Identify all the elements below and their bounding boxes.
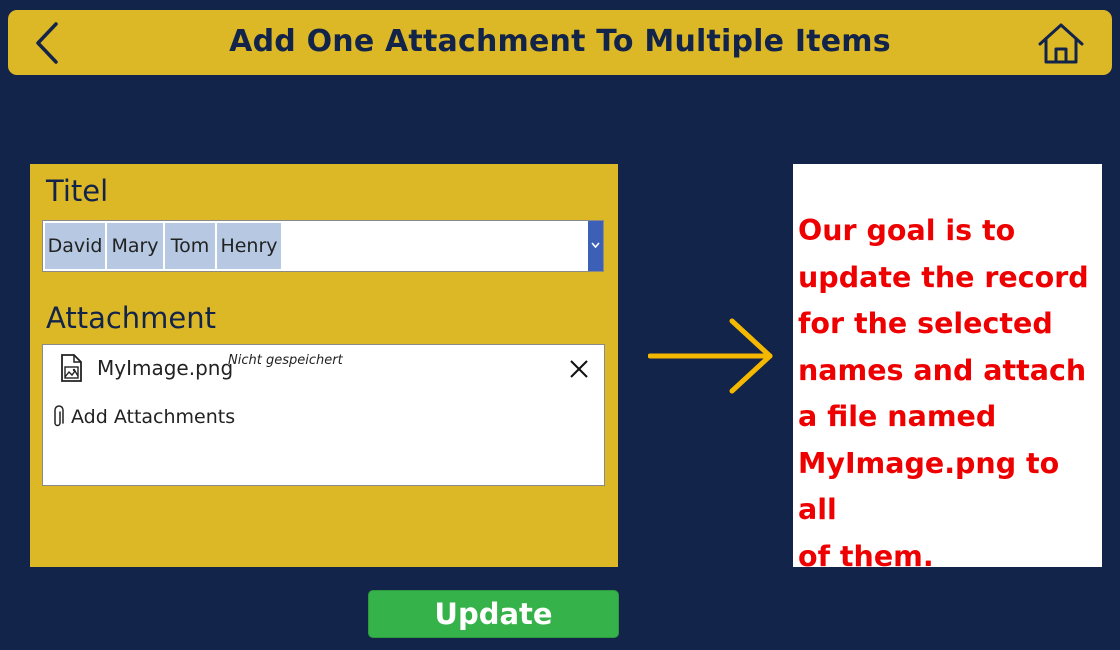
- attachment-status: Nicht gespeichert: [228, 353, 343, 368]
- chevron-down-icon: [591, 242, 600, 249]
- attachments-control: MyImage.png Nicht gespeichert Add Attach…: [42, 344, 605, 486]
- selected-name-chip[interactable]: Mary: [107, 223, 163, 269]
- arrow-right-icon: [648, 318, 773, 394]
- selected-name-chip[interactable]: Henry: [217, 223, 281, 269]
- goal-text-line: a file named: [798, 400, 997, 433]
- image-file-icon: [59, 354, 85, 382]
- selected-name-chip[interactable]: David: [45, 223, 105, 269]
- paperclip-icon: [54, 405, 64, 427]
- title-field-label: Titel: [46, 174, 109, 208]
- attachment-field-label: Attachment: [46, 301, 217, 335]
- names-combobox[interactable]: David Mary Tom Henry: [42, 220, 604, 272]
- update-button[interactable]: Update: [368, 590, 619, 638]
- goal-text-line: MyImage.png to all: [798, 446, 1060, 527]
- close-icon: [570, 360, 588, 378]
- home-icon: [1038, 23, 1084, 64]
- home-button[interactable]: [1036, 22, 1086, 64]
- goal-text-line: Our goal is to: [798, 214, 1016, 247]
- goal-text-line: for the selected: [798, 307, 1053, 340]
- goal-text-line: of them.: [798, 539, 934, 573]
- header-bar: Add One Attachment To Multiple Items: [8, 10, 1112, 75]
- add-attachments-label: Add Attachments: [71, 406, 236, 428]
- selected-name-chip[interactable]: Tom: [165, 223, 215, 269]
- attachment-file-name[interactable]: MyImage.png: [97, 356, 233, 380]
- goal-description-panel: Our goal is to update the record for the…: [793, 164, 1102, 573]
- goal-text-line: update the record: [798, 260, 1089, 294]
- remove-attachment-button[interactable]: [567, 357, 591, 381]
- combobox-dropdown-button[interactable]: [588, 221, 603, 271]
- page-title: Add One Attachment To Multiple Items: [229, 24, 891, 59]
- goal-text-line: names and attach: [798, 353, 1087, 387]
- form-card: Titel David Mary Tom Henry Attachment My…: [30, 164, 618, 567]
